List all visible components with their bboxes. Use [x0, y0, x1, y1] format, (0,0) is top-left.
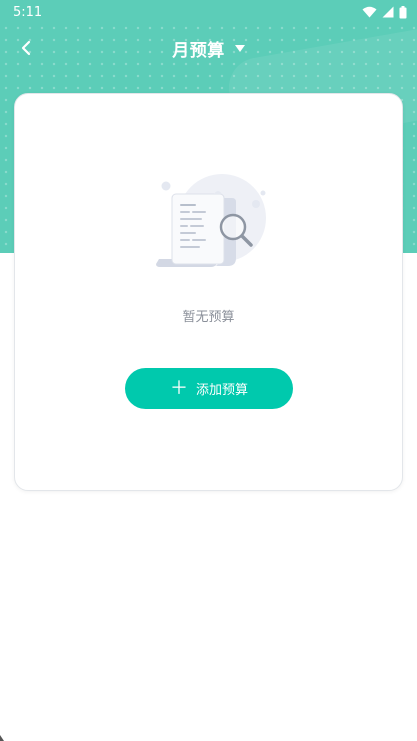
empty-state-message: 暂无预算 — [182, 310, 235, 325]
plus-icon: ＋ — [169, 377, 188, 399]
screen: 5:11 月预算 暂无预算 ＋ 添加预算 — [0, 0, 417, 741]
corner-marker — [0, 735, 4, 741]
battery-icon — [399, 5, 407, 18]
nav-bar: 月预算 — [0, 28, 417, 68]
budget-card: 暂无预算 ＋ 添加预算 — [14, 93, 403, 491]
empty-document-search-illustration — [156, 174, 266, 267]
caret-down-icon — [234, 44, 245, 52]
status-bar: 5:11 — [0, 0, 417, 24]
status-icons — [362, 5, 407, 19]
wifi-icon — [362, 6, 377, 18]
status-time: 5:11 — [13, 4, 43, 20]
add-budget-button[interactable]: ＋ 添加预算 — [125, 368, 293, 409]
cellular-signal-icon — [382, 6, 394, 18]
page-title: 月预算 — [172, 40, 225, 61]
add-budget-label: 添加预算 — [195, 383, 248, 398]
period-selector[interactable]: 月预算 — [0, 36, 417, 61]
